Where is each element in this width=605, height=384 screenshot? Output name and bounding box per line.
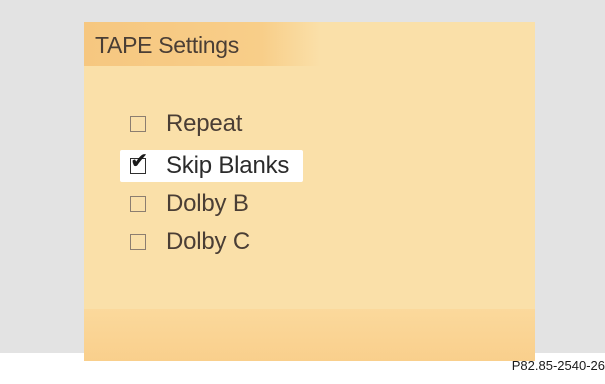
display-frame: TAPE Settings Repeat ✔ Skip Blanks Dolby… <box>0 0 605 361</box>
option-skip-blanks[interactable]: ✔ Skip Blanks <box>120 150 304 182</box>
option-repeat[interactable]: Repeat <box>120 108 256 140</box>
options-list: Repeat ✔ Skip Blanks Dolby B Dolby C <box>84 22 535 361</box>
option-label: Repeat <box>166 110 243 137</box>
option-label: Skip Blanks <box>166 152 290 179</box>
option-label: Dolby C <box>166 228 250 255</box>
option-dolby-c[interactable]: Dolby C <box>120 226 264 258</box>
option-dolby-b[interactable]: Dolby B <box>120 188 263 220</box>
option-label: Dolby B <box>166 190 249 217</box>
dolby-c-checkbox-icon[interactable] <box>130 234 146 250</box>
reference-code: P82.85-2540-26 <box>511 358 605 373</box>
tape-settings-screen: TAPE Settings Repeat ✔ Skip Blanks Dolby… <box>84 22 535 361</box>
dolby-b-checkbox-icon[interactable] <box>130 196 146 212</box>
checkmark-icon: ✔ <box>130 149 149 174</box>
skip-blanks-checkbox-icon[interactable]: ✔ <box>130 151 148 174</box>
repeat-checkbox-icon[interactable] <box>130 116 146 132</box>
